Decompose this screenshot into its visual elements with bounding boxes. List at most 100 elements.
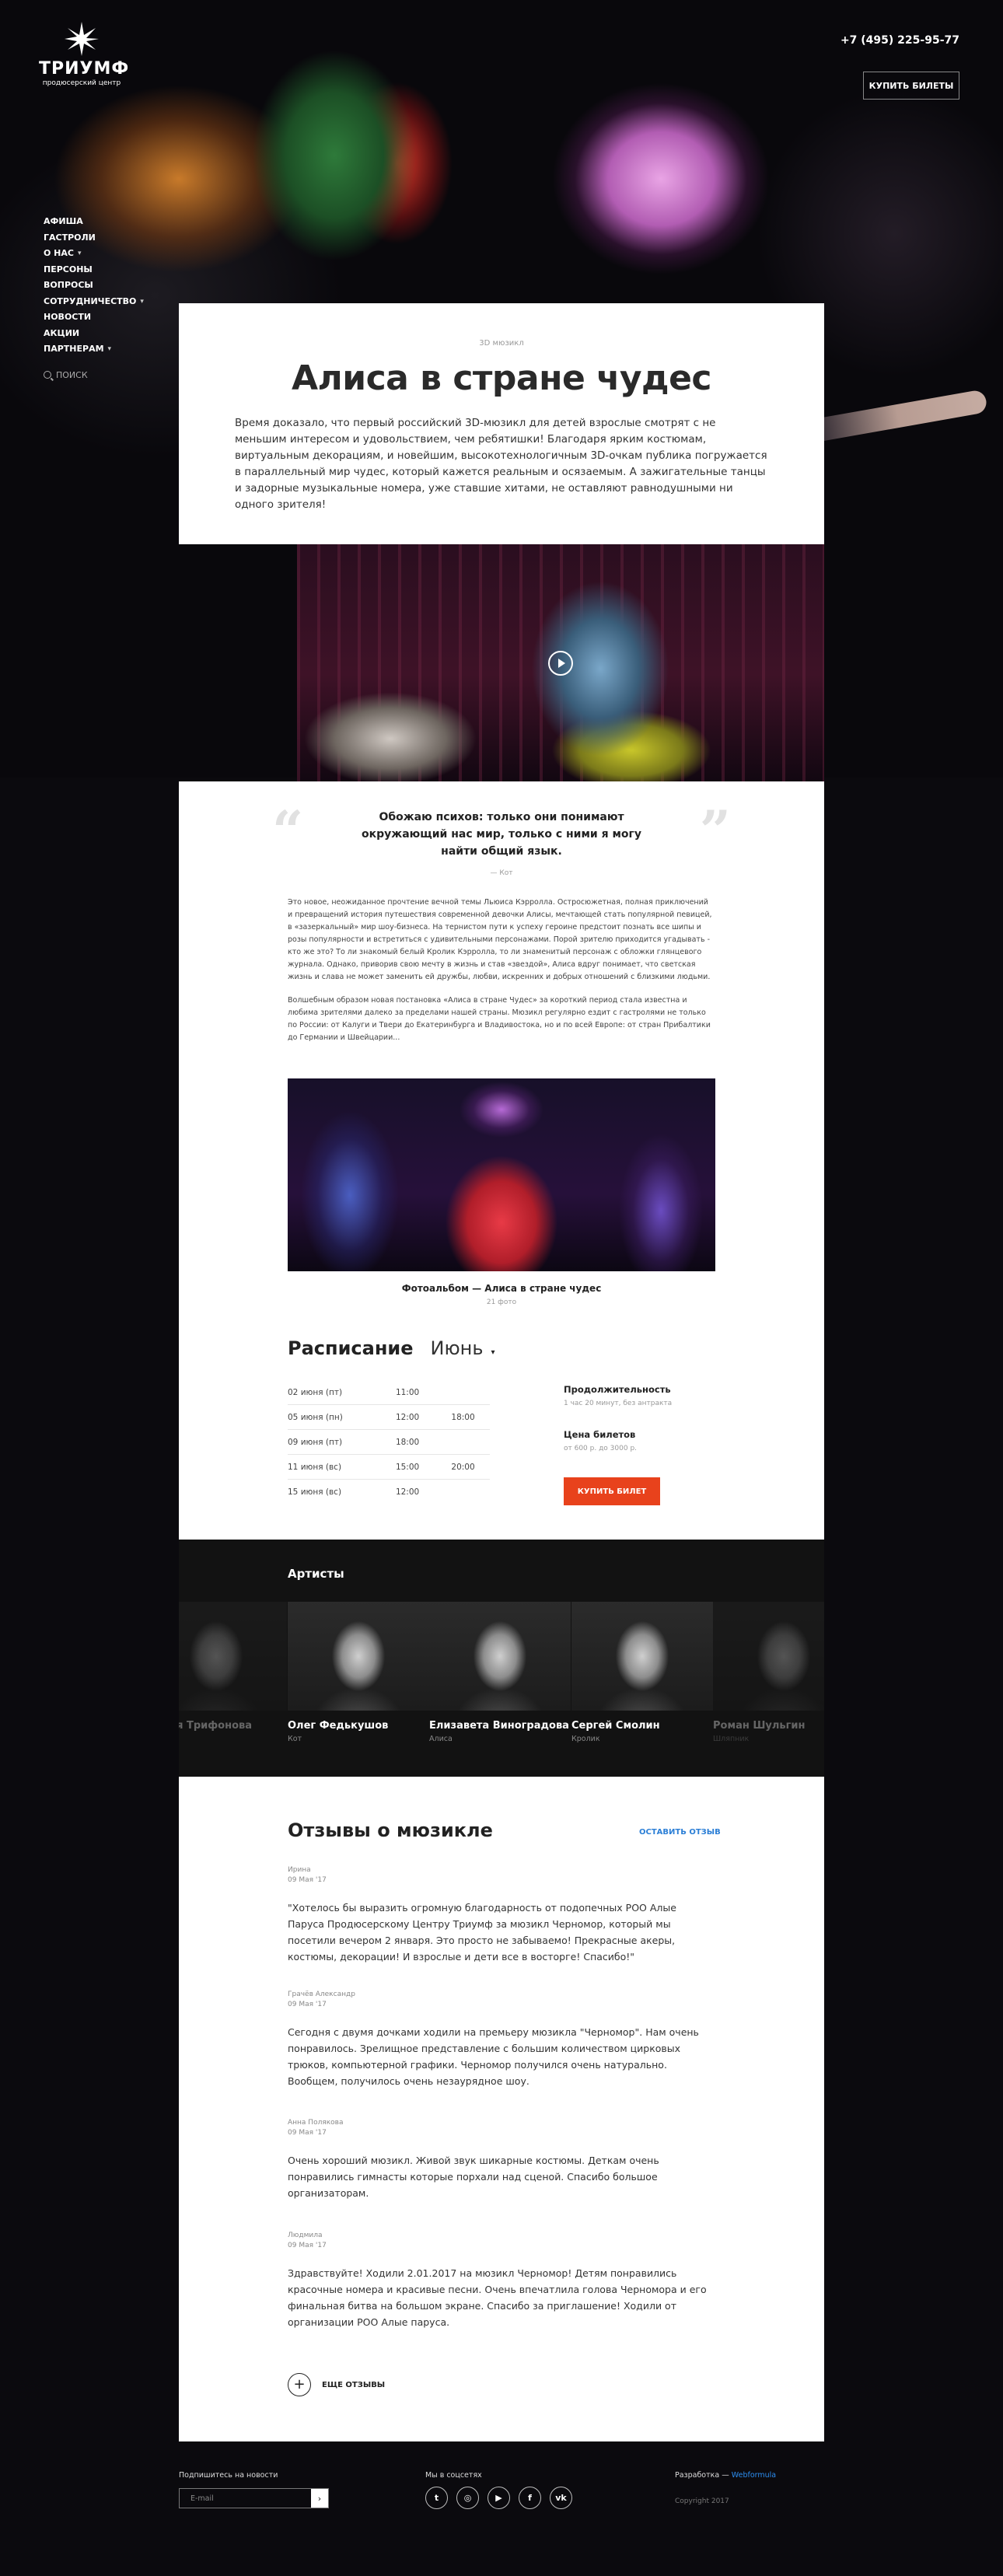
schedule-row: 02 июня (пт) 11:00: [288, 1380, 490, 1405]
star-logo-icon: [65, 22, 99, 56]
youtube-icon[interactable]: ▶: [488, 2487, 510, 2509]
genre-label: 3D мюзикл: [479, 339, 524, 348]
artist-card[interactable]: Олег Федькушов Кот: [288, 1602, 429, 1777]
logo[interactable]: ТРИУМФ продюсерский центр: [39, 22, 130, 87]
schedule-row: 15 июня (вс) 12:00: [288, 1487, 420, 1497]
search-icon: [44, 371, 51, 379]
review-date: 09 Мая '17: [288, 2129, 327, 2137]
more-reviews-button[interactable]: + ЕЩЕ ОТЗЫВЫ: [288, 2373, 385, 2396]
description-paragraph: Это новое, неожиданное прочтение вечной …: [288, 898, 712, 981]
review-text: Здравствуйте! Ходили 2.01.2017 на мюзикл…: [288, 2267, 707, 2328]
play-icon[interactable]: [548, 651, 573, 676]
hero-performer-arm: [808, 389, 988, 443]
developer-credit: Разработка — Webformula: [675, 2471, 777, 2480]
review-item: Анна Полякова 09 Мая '17 Очень хороший м…: [288, 2119, 715, 2201]
artist-card[interactable]: Сергей Смолин Кролик: [571, 1602, 713, 1777]
copyright: Copyright 2017: [675, 2497, 729, 2505]
vk-icon[interactable]: vk: [550, 2487, 572, 2509]
page-title: Алиса в стране чудес: [291, 358, 712, 398]
caret-down-icon[interactable]: ▾: [491, 1348, 495, 1357]
subscribe-form: ›: [179, 2488, 329, 2508]
artist-photo: [288, 1602, 429, 1711]
nav-item-questions[interactable]: ВОПРОСЫ: [44, 278, 144, 294]
review-item: Людмила 09 Мая '17 Здравствуйте! Ходили …: [288, 2232, 715, 2330]
review-item: Ирина 09 Мая '17 "Хотелось бы выразить о…: [288, 1866, 715, 1965]
album-title[interactable]: Фотоальбом — Алиса в стране чудес: [288, 1283, 715, 1294]
logo-name: ТРИУМФ: [39, 59, 130, 79]
quote-open-icon: “: [272, 799, 304, 863]
artist-photo: [713, 1602, 824, 1711]
review-item: Грачёв Александр 09 Мая '17 Сегодня с дв…: [288, 1991, 715, 2089]
schedule-header: Расписание Июнь ▾: [288, 1337, 495, 1359]
show-info: Продолжительность 1 час 20 минут, без ан…: [564, 1384, 719, 1474]
schedule-row: 11 июня (вс) 15:00 20:00: [288, 1455, 490, 1480]
chevron-down-icon: ▾: [107, 345, 112, 353]
price-value: от 600 р. до 3000 р.: [564, 1445, 638, 1452]
schedule-heading: Расписание: [288, 1337, 414, 1359]
nav-item-partners[interactable]: ПАРТНЕРАМ ▾: [44, 341, 144, 358]
content-card: “ ” Обожаю психов: только они понимают о…: [179, 781, 824, 1540]
duration-label: Продолжительность: [564, 1384, 671, 1395]
schedule-table: 02 июня (пт) 11:00 05 июня (пн) 12:00 18:00…: [288, 1380, 490, 1505]
quote-block: “ ” Обожаю психов: только они понимают о…: [272, 804, 731, 878]
instagram-icon[interactable]: ◎: [456, 2487, 479, 2509]
footer: Подпишитесь на новости › Мы в соцсетях t…: [0, 2441, 1003, 2576]
album-count: 21 фото: [486, 1298, 517, 1306]
review-date: 09 Мая '17: [288, 2001, 327, 2008]
plus-icon: +: [288, 2373, 311, 2396]
review-date: 09 Мая '17: [288, 1876, 327, 1884]
social-label: Мы в соцсетях: [425, 2471, 482, 2480]
artist-card[interactable]: Роман Шульгин Шляпник: [713, 1602, 824, 1777]
nav-item-persons[interactable]: ПЕРСОНЫ: [44, 262, 144, 278]
leave-review-link[interactable]: ОСТАВИТЬ ОТЗЫВ: [639, 1828, 721, 1837]
chevron-down-icon: ▾: [140, 297, 144, 306]
nav-item-about[interactable]: О НАС ▾: [44, 246, 144, 262]
reviews-card: Отзывы о мюзикле ОСТАВИТЬ ОТЗЫВ Ирина 09…: [179, 1777, 824, 2441]
video-player[interactable]: [297, 544, 824, 781]
review-author: Людмила: [288, 2232, 323, 2239]
artist-photo: [571, 1602, 713, 1711]
nav-item-promo[interactable]: АКЦИИ: [44, 326, 144, 342]
nav-item-tours[interactable]: ГАСТРОЛИ: [44, 230, 144, 246]
chevron-down-icon: ▾: [77, 250, 82, 257]
arrow-right-icon[interactable]: ›: [311, 2489, 328, 2508]
review-date: 09 Мая '17: [288, 2242, 327, 2249]
main-nav: АФИША ГАСТРОЛИ О НАС ▾ ПЕРСОНЫ ВОПРОСЫ СО…: [44, 214, 144, 380]
month-selector[interactable]: Июнь: [431, 1337, 484, 1359]
artists-section: Артисты Мария Трифонова Алиса Олег Федьк…: [179, 1540, 824, 1777]
twitter-icon[interactable]: t: [425, 2487, 448, 2509]
nav-search[interactable]: ПОИСК: [44, 370, 144, 380]
review-text: "Хотелось бы выразить огромную благодарн…: [288, 1902, 676, 1963]
subscribe-label: Подпишитесь на новости: [179, 2471, 278, 2480]
intro-card: 3D мюзикл Алиса в стране чудес Время док…: [179, 303, 824, 544]
artist-photo: [179, 1602, 287, 1711]
photo-album-cover[interactable]: [288, 1078, 715, 1271]
nav-item-cooperation[interactable]: СОТРУДНИЧЕСТВО ▾: [44, 294, 144, 310]
artist-card[interactable]: Мария Трифонова Алиса: [179, 1602, 287, 1777]
review-text: Очень хороший мюзикл. Живой звук шикарны…: [288, 2155, 659, 2199]
intro-lead: Время доказало, что первый российский 3D…: [235, 417, 767, 511]
artist-card[interactable]: Елизавета Виноградова Алиса: [429, 1602, 571, 1777]
phone-number[interactable]: +7 (495) 225-95-77: [840, 34, 959, 47]
email-field[interactable]: [180, 2489, 311, 2508]
review-author: Анна Полякова: [288, 2119, 344, 2127]
schedule-row: 09 июня (пт) 18:00: [288, 1430, 490, 1455]
nav-item-news[interactable]: НОВОСТИ: [44, 309, 144, 326]
description-paragraph: Волшебным образом новая постановка «Алис…: [288, 996, 711, 1042]
logo-subtitle: продюсерский центр: [42, 79, 121, 87]
price-label: Цена билетов: [564, 1429, 636, 1440]
review-author: Грачёв Александр: [288, 1991, 355, 1998]
social-links: t ◎ ▶ f vk: [425, 2487, 572, 2509]
quote-close-icon: ”: [699, 799, 731, 863]
developer-link[interactable]: Webformula: [732, 2471, 776, 2480]
quote-author: — Кот: [490, 869, 513, 877]
review-text: Сегодня с двумя дочками ходили на премье…: [288, 2026, 699, 2087]
schedule-row: 05 июня (пн) 12:00 18:00: [288, 1405, 490, 1430]
facebook-icon[interactable]: f: [519, 2487, 541, 2509]
quote-text: Обожаю психов: только они понимают окруж…: [362, 811, 641, 858]
artists-heading: Артисты: [288, 1567, 344, 1581]
nav-item-afisha[interactable]: АФИША: [44, 214, 144, 230]
duration-value: 1 час 20 минут, без антракта: [564, 1400, 673, 1407]
buy-ticket-button[interactable]: КУПИТЬ БИЛЕТ: [564, 1477, 660, 1505]
buy-tickets-button[interactable]: КУПИТЬ БИЛЕТЫ: [863, 72, 959, 100]
